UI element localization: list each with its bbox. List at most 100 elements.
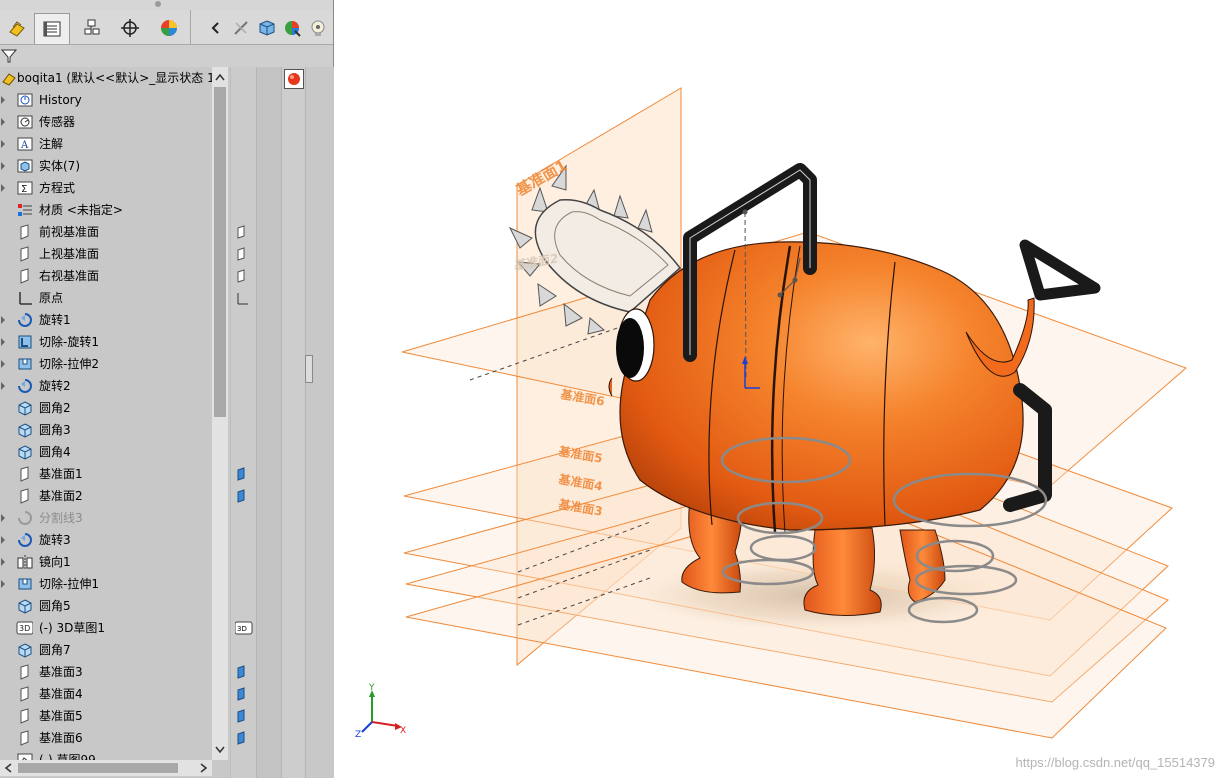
origin-icon	[16, 290, 33, 306]
tree-item-label: 圆角4	[39, 445, 71, 459]
tree-item[interactable]: boqita1 (默认<<默认>_显示状态 1	[0, 67, 212, 89]
expand-arrow-icon[interactable]	[1, 162, 5, 170]
expand-arrow-icon[interactable]	[1, 514, 5, 522]
tree-item-label: (-) 草图99	[39, 753, 96, 760]
scroll-up-icon[interactable]	[212, 70, 228, 84]
expand-arrow-icon[interactable]	[1, 536, 5, 544]
expand-arrow-icon[interactable]	[1, 338, 5, 346]
visibility-toggle-icon[interactable]	[235, 291, 249, 305]
visibility-toggle-icon[interactable]	[235, 687, 249, 701]
tree-item[interactable]: 圆角7	[0, 639, 212, 661]
tree-item[interactable]: 切除-旋转1	[0, 331, 212, 353]
model-view[interactable]: 基准面1 基准面2 基准面6 基准面5 基准面4 基准面3 Y X Z	[334, 0, 1223, 778]
panel-grip[interactable]	[155, 1, 161, 7]
tree-item[interactable]: 切除-拉伸2	[0, 353, 212, 375]
fillet-icon	[16, 400, 33, 416]
tree-item[interactable]: 基准面6	[0, 727, 212, 749]
tree-item[interactable]: 上视基准面	[0, 243, 212, 265]
expand-arrow-icon[interactable]	[1, 382, 5, 390]
scene-tab[interactable]	[305, 14, 331, 42]
display-manager-tab[interactable]	[152, 14, 186, 42]
tree-item[interactable]: 圆角4	[0, 441, 212, 463]
plane-icon	[16, 686, 33, 702]
visibility-toggle-icon[interactable]	[235, 247, 249, 261]
tree-item[interactable]: Σ 方程式	[0, 177, 212, 199]
expand-arrow-icon[interactable]	[1, 118, 5, 126]
tree-item[interactable]: History	[0, 89, 212, 111]
plane-icon	[16, 730, 33, 746]
tree-item[interactable]: 基准面3	[0, 661, 212, 683]
visibility-toggle-icon[interactable]	[235, 467, 249, 481]
hide-show-items-tab[interactable]	[228, 14, 254, 42]
scrollbar-thumb[interactable]	[214, 87, 226, 417]
configuration-manager-icon	[84, 19, 100, 35]
scroll-left-icon[interactable]	[2, 760, 16, 776]
visibility-toggle-icon[interactable]: 3D	[234, 621, 253, 635]
view-orientation-tab[interactable]	[254, 14, 280, 42]
tree-item[interactable]: 分割线3	[0, 507, 212, 529]
expand-arrow-icon[interactable]	[1, 580, 5, 588]
tree-vertical-scrollbar[interactable]	[212, 67, 228, 760]
visibility-toggle-icon[interactable]	[235, 709, 249, 723]
tree-item[interactable]: 切除-拉伸1	[0, 573, 212, 595]
tree-item[interactable]: 原点	[0, 287, 212, 309]
tree-item[interactable]: 基准面1	[0, 463, 212, 485]
pochita-body	[608, 241, 1035, 533]
tree-item-label: 方程式	[39, 181, 76, 195]
mirror-icon	[16, 554, 33, 570]
property-manager-tab[interactable]	[34, 13, 70, 44]
sensor-icon	[16, 114, 33, 130]
tree-item-label: 旋转2	[39, 379, 71, 393]
tree-item[interactable]: 镜向1	[0, 551, 212, 573]
tree-item[interactable]: 圆角2	[0, 397, 212, 419]
tree-item-label: 材质 <未指定>	[39, 203, 123, 217]
tree-item[interactable]: 基准面2	[0, 485, 212, 507]
cube-icon	[259, 20, 275, 36]
visibility-toggle-icon[interactable]	[235, 225, 249, 239]
tree-item[interactable]: (-) 草图99	[0, 749, 212, 760]
expand-arrow-icon[interactable]	[1, 140, 5, 148]
appearance-swatch[interactable]	[284, 69, 304, 89]
tree-item[interactable]: 圆角5	[0, 595, 212, 617]
scroll-right-icon[interactable]	[196, 760, 210, 776]
filter-icon[interactable]	[1, 48, 17, 64]
edit-appearance-tab[interactable]	[279, 14, 305, 42]
expand-arrow-icon[interactable]	[1, 558, 5, 566]
hscrollbar-thumb[interactable]	[18, 763, 178, 773]
collapse-panel-arrow[interactable]	[206, 14, 226, 42]
feature-manager-tab[interactable]	[0, 14, 34, 42]
graphics-area[interactable]: 基准面1 基准面2 基准面6 基准面5 基准面4 基准面3 Y X Z http…	[334, 0, 1223, 778]
tree-item[interactable]: 基准面5	[0, 705, 212, 727]
tree-item[interactable]: 材质 <未指定>	[0, 199, 212, 221]
property-manager-icon	[43, 21, 61, 37]
tree-item[interactable]: 旋转1	[0, 309, 212, 331]
revolve-icon	[16, 532, 33, 548]
tree-item[interactable]: 前视基准面	[0, 221, 212, 243]
svg-text:3D: 3D	[237, 625, 247, 633]
visibility-toggle-icon[interactable]	[235, 665, 249, 679]
material-icon	[16, 202, 33, 218]
scroll-down-icon[interactable]	[212, 743, 228, 757]
visibility-toggle-icon[interactable]	[235, 731, 249, 745]
expand-arrow-icon[interactable]	[1, 360, 5, 368]
tree-horizontal-scrollbar[interactable]	[0, 760, 212, 776]
tree-item[interactable]: 旋转2	[0, 375, 212, 397]
visibility-toggle-icon[interactable]	[235, 269, 249, 283]
tree-item[interactable]: 传感器	[0, 111, 212, 133]
visibility-toggle-icon[interactable]	[235, 489, 249, 503]
configuration-manager-tab[interactable]	[74, 14, 108, 42]
splitter-handle[interactable]	[305, 355, 313, 383]
expand-arrow-icon[interactable]	[1, 316, 5, 324]
expand-arrow-icon[interactable]	[1, 96, 5, 104]
solid-bodies-icon	[16, 158, 33, 174]
tree-item-label: 圆角5	[39, 599, 71, 613]
tree-item[interactable]: 圆角3	[0, 419, 212, 441]
tree-item[interactable]: 3D (-) 3D草图1	[0, 617, 212, 639]
expand-arrow-icon[interactable]	[1, 184, 5, 192]
tree-item[interactable]: 右视基准面	[0, 265, 212, 287]
tree-item[interactable]: 旋转3	[0, 529, 212, 551]
tree-item[interactable]: 基准面4	[0, 683, 212, 705]
tree-item[interactable]: A 注解	[0, 133, 212, 155]
tree-item[interactable]: 实体(7)	[0, 155, 212, 177]
dimxpert-tab[interactable]	[113, 14, 147, 42]
